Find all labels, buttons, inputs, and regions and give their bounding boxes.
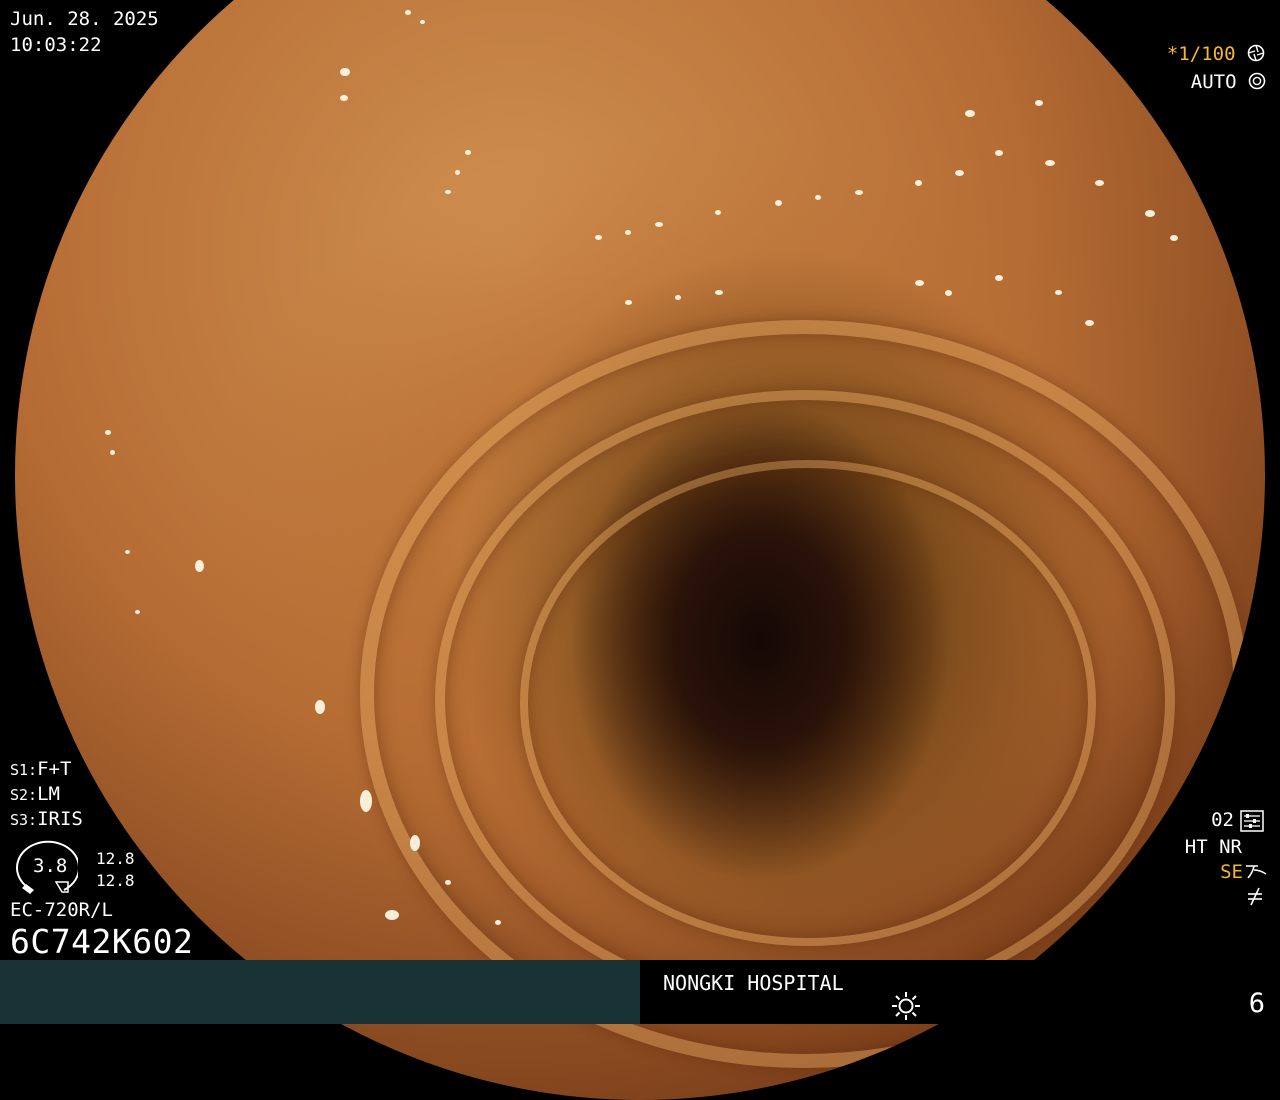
mucosal-fold [520, 460, 1096, 946]
scope-model: EC-720R/L [10, 899, 113, 921]
time-label: 10:03:22 [10, 34, 102, 56]
reflection-glint [1045, 160, 1055, 166]
reflection-glint [110, 450, 115, 455]
reflection-glint [855, 190, 863, 195]
reflection-glint [715, 290, 723, 295]
reflection-glint [340, 68, 350, 76]
gauge-readout: 12.8 [96, 871, 135, 890]
switch-s1: S1:F+T [10, 758, 72, 780]
enhancement-settings-icon [1240, 810, 1264, 832]
reflection-glint [315, 700, 325, 714]
reflection-glint [455, 170, 460, 175]
reflection-glint [445, 880, 451, 885]
reflection-glint [625, 300, 632, 305]
reflection-glint [675, 295, 681, 300]
reflection-glint [775, 200, 782, 206]
image-number: 6 [1248, 988, 1265, 1019]
exposure-mode-label: AUTO [1190, 71, 1237, 93]
auto-exposure-icon [1248, 72, 1266, 90]
reflection-glint [410, 835, 420, 851]
gauge-readout: 12.8 [96, 849, 135, 868]
status-bar-left [0, 960, 640, 1024]
reflection-glint [1170, 235, 1178, 241]
reflection-glint [420, 20, 425, 24]
hospital-name: NONGKI HOSPITAL [663, 971, 844, 995]
gauge-value: 3.8 [33, 855, 68, 877]
switch-s3: S3:IRIS [10, 808, 83, 830]
reflection-glint [105, 430, 111, 435]
reflection-glint [965, 110, 975, 117]
reflection-glint [655, 222, 663, 227]
reflection-glint [1035, 100, 1043, 106]
reflection-glint [1095, 180, 1104, 186]
reflection-glint [1055, 290, 1062, 295]
reflection-glint [385, 910, 399, 920]
reflection-glint [715, 210, 721, 215]
reflection-glint [360, 790, 372, 812]
reflection-glint [195, 560, 204, 572]
reflection-glint [815, 195, 821, 200]
reflection-glint [995, 150, 1003, 156]
reflection-glint [915, 180, 922, 186]
reflection-glint [405, 10, 411, 15]
filter-off-icon [1248, 887, 1262, 906]
reflection-glint [915, 280, 924, 286]
enhancement-level: 02 [1211, 809, 1234, 831]
reflection-glint [945, 290, 952, 296]
se-mode: SE [1220, 861, 1243, 883]
reflection-glint [465, 150, 471, 155]
shutter-aperture-icon [1247, 44, 1265, 62]
date-label: Jun. 28. 2025 [10, 8, 159, 30]
reflection-glint [135, 610, 140, 614]
reflection-glint [340, 95, 348, 101]
switch-s2: S2:LM [10, 783, 60, 805]
shutter-speed: *1/100 [1167, 44, 1265, 64]
exposure-mode: AUTO [1191, 72, 1266, 92]
brightness-sun-icon [892, 992, 920, 1020]
reflection-glint [1145, 210, 1155, 217]
endoscope-image [15, 0, 1265, 1100]
shutter-speed-value: *1/100 [1166, 43, 1236, 65]
processing-modes: HT NR [1184, 836, 1242, 858]
reflection-glint [595, 235, 602, 240]
reflection-glint [995, 275, 1003, 281]
reflection-glint [625, 230, 631, 235]
reflection-glint [445, 190, 451, 194]
se-wave-icon [1246, 865, 1267, 879]
reflection-glint [955, 170, 964, 176]
reflection-glint [1085, 320, 1094, 326]
serial-number: 6C742K602 [10, 922, 194, 961]
reflection-glint [125, 550, 130, 554]
reflection-glint [495, 920, 501, 925]
